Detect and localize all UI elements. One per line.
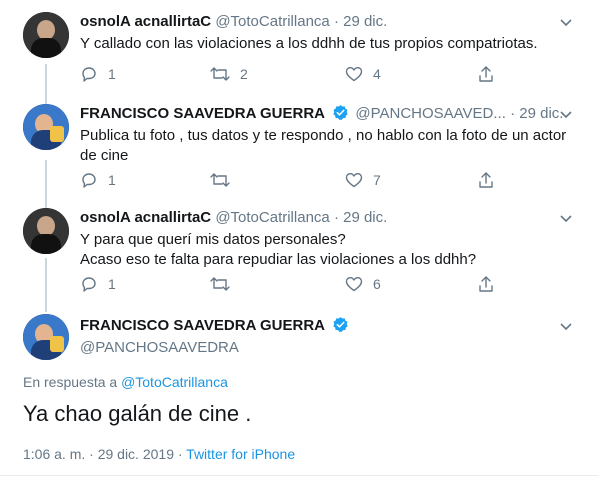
reply-to-link[interactable]: @TotoCatrillanca [121, 374, 228, 390]
reply-count: 1 [108, 66, 116, 82]
like-button[interactable]: 4 [345, 64, 381, 84]
tweet-text: Y para que querí mis datos personales? A… [80, 230, 476, 270]
heart-icon [345, 67, 363, 82]
retweet-count: 2 [240, 66, 248, 82]
timestamp[interactable]: 1:06 a. m. · 29 dic. 2019 · [23, 446, 183, 462]
tweet-text-line: Publica tu foto , tus datos y te respond… [80, 127, 567, 144]
retweet-button[interactable]: 2 [210, 64, 248, 84]
display-name[interactable]: osnolA acnallirtaC [80, 209, 211, 226]
display-name[interactable]: FRANCISCO SAAVEDRA GUERRA [80, 105, 325, 122]
chevron-down-icon[interactable] [558, 210, 574, 231]
like-button[interactable]: 6 [345, 274, 381, 294]
share-icon [479, 276, 493, 292]
share-button[interactable] [477, 274, 505, 294]
share-icon [479, 66, 493, 82]
tweet-2[interactable]: FRANCISCO SAAVEDRA GUERRA @PANCHOSAAVED.… [0, 104, 598, 199]
tweet-date[interactable]: 29 dic. [519, 105, 563, 122]
reply-button[interactable]: 1 [80, 274, 116, 294]
main-tweet-text: Ya chao galán de cine . [23, 401, 252, 426]
retweet-icon [210, 67, 230, 81]
retweet-button[interactable] [210, 170, 240, 190]
tweet-actions: 1 2 4 [80, 64, 500, 84]
chevron-down-icon[interactable] [558, 106, 574, 127]
tweet-text-line: de cine [80, 147, 129, 164]
verified-badge-icon [333, 105, 348, 121]
tweet-text: Publica tu foto , tus datos y te respond… [80, 126, 566, 166]
tweet-meta: 1:06 a. m. · 29 dic. 2019 · Twitter for … [23, 446, 295, 462]
source-app-link[interactable]: Twitter for iPhone [186, 446, 295, 462]
chevron-down-icon[interactable] [558, 318, 574, 339]
tweet-3[interactable]: osnolA acnallirtaC @TotoCatrillanca · 29… [0, 208, 598, 303]
tweet-header: osnolA acnallirtaC @TotoCatrillanca · 29… [80, 12, 387, 32]
user-handle[interactable]: @TotoCatrillanca [215, 209, 329, 226]
user-handle[interactable]: @PANCHOSAAVED... [355, 105, 506, 122]
user-handle[interactable]: @PANCHOSAAVEDRA [80, 339, 239, 356]
tweet-header: FRANCISCO SAAVEDRA GUERRA @PANCHOSAAVED.… [80, 104, 563, 124]
heart-icon [345, 173, 363, 188]
separator-dot: · [510, 105, 516, 122]
share-button[interactable] [477, 64, 505, 84]
tweet-text-line: Y callado con las violaciones a los ddhh… [80, 35, 538, 52]
divider [0, 475, 598, 476]
tweet-date[interactable]: 29 dic. [343, 13, 387, 30]
like-count: 6 [373, 276, 381, 292]
share-icon [479, 172, 493, 188]
reply-button[interactable]: 1 [80, 64, 116, 84]
verified-badge-icon [333, 317, 348, 333]
reply-context: En respuesta a @TotoCatrillanca [23, 374, 228, 390]
like-count: 4 [373, 66, 381, 82]
user-handle[interactable]: @TotoCatrillanca [215, 13, 329, 30]
avatar[interactable] [23, 208, 69, 254]
reply-prefix: En respuesta a [23, 374, 118, 390]
main-tweet: FRANCISCO SAAVEDRA GUERRA @PANCHOSAAVEDR… [0, 314, 598, 374]
display-name[interactable]: osnolA acnallirtaC [80, 13, 211, 30]
tweet-actions: 1 6 [80, 274, 500, 294]
tweet-text: Y callado con las violaciones a los ddhh… [80, 34, 538, 54]
like-button[interactable]: 7 [345, 170, 381, 190]
avatar[interactable] [23, 104, 69, 150]
separator-dot: · [333, 13, 339, 30]
avatar[interactable] [23, 12, 69, 58]
retweet-icon [210, 173, 230, 187]
retweet-button[interactable] [210, 274, 240, 294]
separator-dot: · [333, 209, 339, 226]
tweet-1[interactable]: osnolA acnallirtaC @TotoCatrillanca · 29… [0, 12, 598, 92]
reply-count: 1 [108, 276, 116, 292]
tweet-header: FRANCISCO SAAVEDRA GUERRA [80, 316, 351, 336]
avatar[interactable] [23, 314, 69, 360]
tweet-actions: 1 7 [80, 170, 500, 190]
reply-button[interactable]: 1 [80, 170, 116, 190]
tweet-text-line: Y para que querí mis datos personales? [80, 231, 346, 248]
like-count: 7 [373, 172, 381, 188]
chevron-down-icon[interactable] [558, 14, 574, 35]
reply-icon [82, 67, 96, 82]
heart-icon [345, 277, 363, 292]
display-name[interactable]: FRANCISCO SAAVEDRA GUERRA [80, 317, 325, 334]
tweet-text-line: Acaso eso te falta para repudiar las vio… [80, 251, 477, 268]
tweet-date[interactable]: 29 dic. [343, 209, 387, 226]
reply-icon [82, 173, 96, 188]
share-button[interactable] [477, 170, 505, 190]
retweet-icon [210, 277, 230, 291]
tweet-header: osnolA acnallirtaC @TotoCatrillanca · 29… [80, 208, 387, 228]
reply-count: 1 [108, 172, 116, 188]
reply-icon [82, 277, 96, 292]
